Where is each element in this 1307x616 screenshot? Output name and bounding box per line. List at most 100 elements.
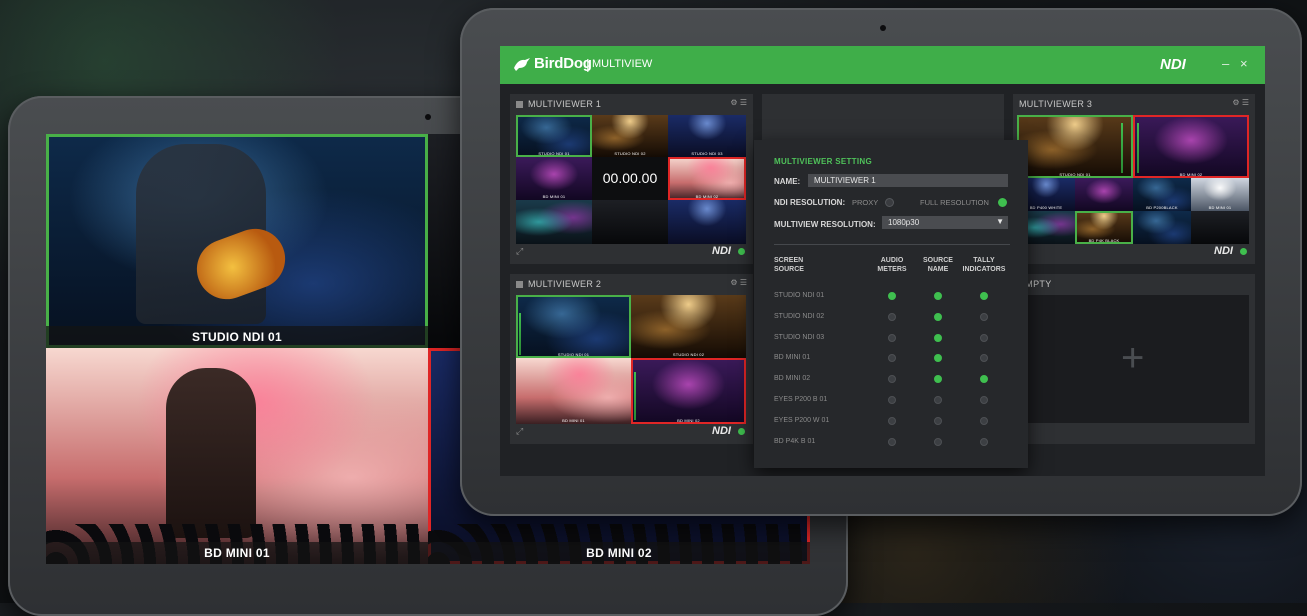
name-label: NAME: [774, 177, 801, 186]
ndi-badge: NDI [712, 425, 731, 437]
source-toggle[interactable] [934, 292, 942, 300]
tile[interactable]: STUDIO NDI 03 [668, 115, 746, 157]
col-source-name: SOURCE NAME [918, 256, 958, 274]
tally-toggle[interactable] [980, 292, 988, 300]
audio-toggle[interactable] [888, 375, 896, 384]
source-row-name: STUDIO NDI 01 [774, 292, 825, 299]
tile[interactable] [592, 200, 668, 244]
tile[interactable] [1191, 211, 1249, 244]
resolution-select[interactable]: 1080p30 ▼ [882, 216, 1008, 229]
source-row-name: BD P4K B 01 [774, 437, 816, 445]
add-multiviewer-icon[interactable]: + [1121, 336, 1144, 381]
tile[interactable]: STUDIO NDI 02 [631, 295, 746, 358]
panel-footer: NDI [1019, 245, 1249, 259]
minimize-button[interactable]: – [1222, 56, 1229, 71]
col-audio-meters: AUDIO METERS [872, 256, 912, 274]
tally-toggle[interactable] [980, 354, 988, 363]
panel-title: MULTIVIEWER 2 [528, 279, 602, 289]
app-body: MULTIVIEWER 1 ⚙ ☰ STUDIO NDI 01 STUDIO N… [500, 84, 1265, 476]
tile[interactable]: BD MINI 02 [668, 157, 746, 200]
tile[interactable]: BD MINI 02 [1133, 115, 1249, 178]
audio-toggle[interactable] [888, 292, 896, 300]
audio-toggle[interactable] [888, 437, 896, 446]
name-input[interactable] [808, 174, 1008, 187]
expand-icon[interactable]: ⤢ [516, 246, 523, 257]
divider [774, 244, 1010, 245]
chevron-down-icon: ▼ [996, 217, 1004, 226]
feed-caption: STUDIO NDI 01 [46, 326, 428, 348]
tile-label: STUDIO NDI 01 [1059, 172, 1091, 177]
resolution-select-value: 1080p30 [888, 218, 920, 227]
source-row-name: STUDIO NDI 02 [774, 312, 825, 320]
tile[interactable]: STUDIO NDI 01 [516, 295, 631, 358]
source-toggle[interactable] [934, 354, 942, 363]
feed-caption: BD MINI 01 [46, 542, 428, 564]
panel-header: MULTIVIEWER 3 [1019, 99, 1092, 109]
tally-toggle[interactable] [980, 375, 988, 384]
tile-label: BD MINI 01 [542, 194, 566, 199]
tile[interactable] [668, 200, 746, 244]
empty-multiviewer-panel[interactable]: EMPTY + [1013, 274, 1255, 444]
col-line: METERS [877, 266, 907, 273]
source-toggle[interactable] [934, 375, 942, 384]
tile[interactable]: STUDIO NDI 01 [1017, 115, 1133, 178]
audio-toggle[interactable] [888, 354, 896, 363]
tile[interactable]: BD P200BLACK [1133, 178, 1191, 211]
panel-header: MULTIVIEWER 1 [516, 99, 601, 109]
multiviewer-2-panel[interactable]: MULTIVIEWER 2 ⚙ ☰ STUDIO NDI 01 STUDIO N… [510, 274, 753, 444]
tile-label: BD MINI 02 [677, 418, 700, 423]
multiviewer-1-panel[interactable]: MULTIVIEWER 1 ⚙ ☰ STUDIO NDI 01 STUDIO N… [510, 94, 753, 264]
tile[interactable] [516, 200, 592, 244]
panel-checkbox-icon[interactable] [516, 101, 523, 108]
multiview-app-window: BirdDog | MULTIVIEW NDI – × MULTIVIEWER … [500, 46, 1265, 476]
tile[interactable]: STUDIO NDI 01 [516, 115, 592, 157]
tile[interactable]: BD MINI 01 [516, 157, 592, 200]
audio-toggle[interactable] [888, 416, 896, 425]
brand-name: BirdDog [534, 55, 592, 72]
tile-label: STUDIO NDI 01 [538, 151, 570, 156]
source-toggle[interactable] [934, 333, 942, 342]
proxy-option-label: PROXY [852, 198, 879, 207]
source-row-name: BD MINI 02 [774, 375, 811, 383]
ndi-badge: NDI [1214, 245, 1233, 257]
audio-toggle[interactable] [888, 396, 896, 404]
panel-settings-icon[interactable]: ⚙ ☰ [1232, 98, 1249, 107]
feed-bd-mini-01[interactable]: BD MINI 01 [46, 348, 428, 564]
tile[interactable] [1075, 178, 1133, 211]
panel-settings-icon[interactable]: ⚙ ☰ [730, 278, 747, 287]
source-toggle[interactable] [934, 437, 942, 446]
birddog-logo-icon [514, 58, 530, 71]
panel-settings-icon[interactable]: ⚙ ☰ [730, 98, 747, 107]
audio-toggle[interactable] [888, 333, 896, 342]
ndi-badge: NDI [712, 245, 731, 257]
tally-toggle[interactable] [980, 416, 988, 425]
tally-toggle[interactable] [980, 437, 988, 446]
tile[interactable]: STUDIO NDI 02 [592, 115, 668, 157]
full-resolution-radio[interactable] [998, 198, 1007, 207]
tile[interactable]: BD P4K BLACK [1075, 211, 1133, 244]
tile[interactable]: BD MINI 02 [631, 358, 746, 424]
panel-footer: ⤢ NDI [516, 245, 747, 259]
col-line: SOURCE [774, 266, 804, 273]
multiview-resolution-label: MULTIVIEW RESOLUTION: [774, 220, 876, 229]
source-toggle[interactable] [934, 396, 942, 404]
expand-icon[interactable]: ⤢ [516, 426, 523, 437]
tile[interactable]: BD MINI 01 [1191, 178, 1249, 211]
tally-toggle[interactable] [980, 312, 988, 321]
tally-toggle[interactable] [980, 396, 988, 404]
tile[interactable] [1133, 211, 1191, 244]
tile[interactable]: BD MINI 01 [516, 358, 631, 424]
source-toggle[interactable] [934, 416, 942, 425]
ndi-resolution-label: NDI RESOLUTION: [774, 198, 846, 207]
app-title: MULTIVIEW [592, 58, 653, 70]
tally-toggle[interactable] [980, 333, 988, 342]
proxy-radio[interactable] [885, 198, 894, 207]
col-screen-source: SCREEN SOURCE [774, 256, 804, 274]
panel-title: MULTIVIEWER 3 [1019, 99, 1093, 109]
source-toggle[interactable] [934, 312, 942, 321]
multiviewer-3-panel[interactable]: MULTIVIEWER 3 ⚙ ☰ STUDIO NDI 01 BD MINI … [1013, 94, 1255, 264]
close-button[interactable]: × [1240, 56, 1248, 71]
audio-toggle[interactable] [888, 312, 896, 321]
feed-studio-ndi-01[interactable]: STUDIO NDI 01 [46, 134, 428, 348]
panel-checkbox-icon[interactable] [516, 281, 523, 288]
